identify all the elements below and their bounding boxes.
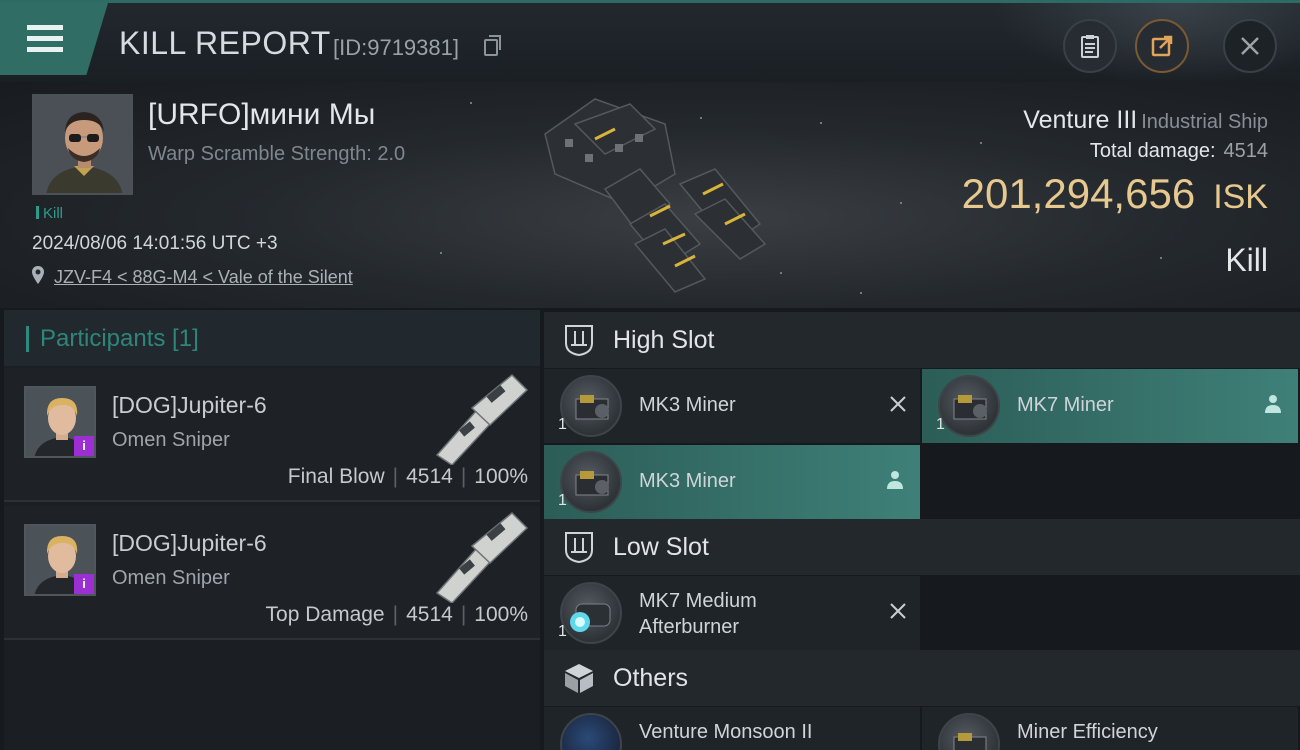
menu-icon [27,25,63,30]
participant-stats: Top Damage | 4514 | 100% [265,603,528,626]
miner-module-icon [938,375,1000,437]
participant-damage: 4514 [406,603,453,626]
warp-scramble-strength: Warp Scramble Strength: 2.0 [148,143,406,165]
victim-avatar[interactable] [32,94,133,195]
participants-title: Participants [1] [40,325,199,352]
module-item[interactable]: 1 MK7 Miner [922,369,1298,443]
participant-row[interactable]: i [DOG]Jupiter-6 Omen Sniper Top Damage |… [4,506,540,640]
ship-class: Industrial Ship [1141,111,1268,133]
slot-icon [565,325,593,357]
kill-tag: Kill [36,205,63,222]
participants-panel: Participants [1] i [DOG]Jupiter-6 Omen S… [4,310,540,750]
ship-render [544,98,767,293]
module-quantity: 1 [558,492,567,509]
share-button[interactable] [1135,19,1189,73]
participants-header: Participants [1] [4,310,540,366]
close-icon [1241,37,1259,55]
high-slot-header: High Slot [544,312,1300,368]
participant-damage: 4514 [406,465,453,488]
kill-outcome: Kill [1225,242,1268,278]
miner-module-icon [560,375,622,437]
participant-role: Top Damage [265,603,385,626]
miner-module-icon [560,451,622,513]
module-name: MK7 Miner [1017,394,1114,416]
isk-unit: ISK [1213,178,1268,216]
copy-icon[interactable] [484,35,501,56]
participant-badge: i [74,436,94,456]
kill-summary-header: Kill [URFO]мини Мы Warp Scramble Strengt… [0,82,1300,308]
high-slot-label: High Slot [613,326,715,354]
participant-avatar[interactable]: i [24,386,96,458]
module-name: MK3 Miner [639,394,736,416]
isk-value: 201,294,656 ISK [962,170,1268,218]
module-name: Miner Efficiency [1017,721,1158,743]
victim-name[interactable]: [URFO]мини Мы [148,98,375,132]
slot-icon [565,532,593,564]
module-item[interactable]: 1 MK3 Miner [544,369,920,443]
module-name: MK3 Miner [639,470,736,492]
participant-ship: Omen Sniper [112,567,230,589]
clipboard-icon [1081,35,1099,58]
participant-name: [DOG]Jupiter-6 [112,530,267,556]
module-quantity: 1 [558,416,567,433]
module-item[interactable]: Venture Monsoon II [544,707,920,750]
miner-module-icon [938,713,1000,750]
others-label: Others [613,664,689,692]
participant-name: [DOG]Jupiter-6 [112,392,267,418]
weapon-icon [435,373,529,465]
total-damage: Total damage: 4514 [1090,140,1268,163]
kill-location-link[interactable]: JZV-F4 < 88G-M4 < Vale of the Silent [54,267,353,288]
person-icon [887,471,903,489]
skin-module-icon [560,713,622,750]
clipboard-button[interactable] [1063,19,1117,73]
participant-ship: Omen Sniper [112,429,230,451]
kill-datetime: 2024/08/06 14:01:56 UTC +3 [32,233,278,254]
location-pin-icon [32,266,44,284]
participant-percent: 100% [474,603,528,626]
weapon-icon [435,511,529,603]
module-item[interactable]: 1 MK3 Miner [544,445,920,519]
module-quantity: 1 [558,623,567,640]
afterburner-module-icon [560,582,622,644]
participant-percent: 100% [474,465,528,488]
menu-button[interactable] [0,3,108,75]
low-slot-label: Low Slot [613,533,709,561]
total-damage-label: Total damage: [1089,140,1216,162]
page-title: KILL REPORT [119,25,331,61]
participant-badge: i [74,574,94,594]
title-bar: KILL REPORT [ID:9719381] [0,0,1300,85]
participant-stats: Final Blow | 4514 | 100% [287,465,528,488]
cube-icon [565,664,593,693]
share-icon [1151,35,1173,57]
ship-type: Venture III [1023,106,1138,134]
ship-name[interactable]: Venture III Industrial Ship [1023,106,1268,135]
module-item[interactable]: Miner Efficiency [922,707,1298,750]
module-name: Venture Monsoon II [639,721,813,743]
x-icon [890,603,906,619]
close-button[interactable] [1223,19,1277,73]
module-quantity: 1 [936,416,945,433]
total-damage-value: 4514 [1223,140,1269,162]
module-name: MK7 Medium Afterburner [639,590,757,638]
participant-role: Final Blow [287,465,385,488]
x-icon [890,396,906,412]
participant-avatar[interactable]: i [24,524,96,596]
report-id: [ID:9719381] [333,35,459,60]
person-icon [1265,395,1281,413]
module-item[interactable]: 1 MK7 Medium Afterburner [544,576,920,650]
participant-row[interactable]: i [DOG]Jupiter-6 Omen Sniper Final Blow |… [4,368,540,502]
others-header: Others [544,650,1300,706]
low-slot-header: Low Slot [544,519,1300,575]
isk-amount: 201,294,656 [961,170,1196,217]
